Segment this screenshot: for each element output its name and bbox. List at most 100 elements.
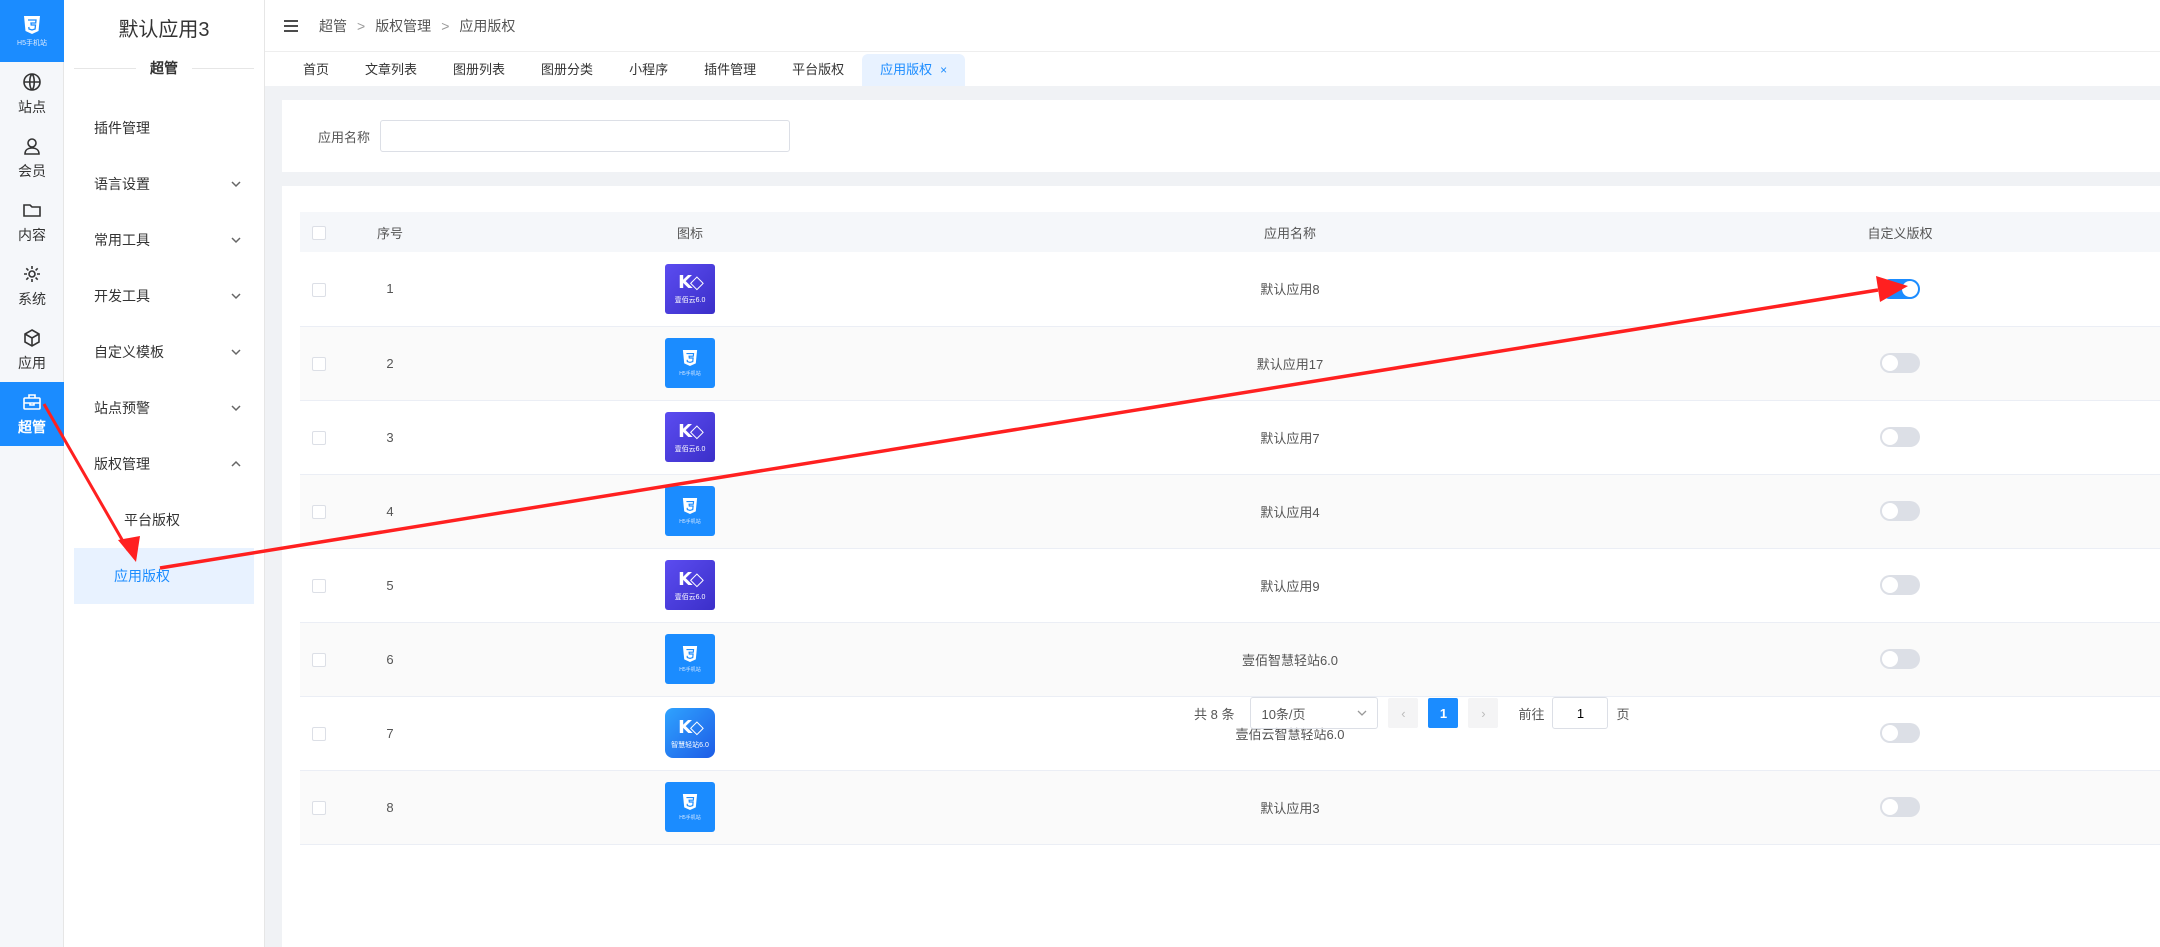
- menu-label: 语言设置: [94, 176, 150, 192]
- sidebar-item-language[interactable]: 语言设置: [64, 156, 264, 212]
- tab-plugin-manage[interactable]: 插件管理: [686, 54, 774, 86]
- sidebar-item-site-alert[interactable]: 站点预警: [64, 380, 264, 436]
- rail-item-content[interactable]: 内容: [0, 190, 64, 254]
- next-page-button[interactable]: ›: [1468, 698, 1499, 728]
- goto-page-input[interactable]: [1552, 697, 1609, 729]
- select-all-cell: [300, 212, 340, 252]
- custom-copyright-toggle[interactable]: [1880, 649, 1920, 669]
- row-switch-cell: [1640, 252, 2160, 326]
- table-row[interactable]: 2 H5手机站 默认应用17: [300, 326, 2160, 400]
- rail-item-member[interactable]: 会员: [0, 126, 64, 190]
- rail-label: 会员: [18, 162, 46, 179]
- custom-copyright-toggle[interactable]: [1880, 797, 1920, 817]
- hamburger-icon[interactable]: [283, 19, 299, 33]
- rail-item-site[interactable]: 站点: [0, 62, 64, 126]
- sidebar-item-dev-tools[interactable]: 开发工具: [64, 268, 264, 324]
- rail-item-app[interactable]: 应用: [0, 318, 64, 382]
- tab-album-category[interactable]: 图册分类: [523, 54, 611, 86]
- table-row[interactable]: 6 H5手机站 壹佰智慧轻站6.0: [300, 622, 2160, 696]
- custom-copyright-toggle[interactable]: [1880, 575, 1920, 595]
- custom-copyright-toggle[interactable]: [1880, 427, 1920, 447]
- sidebar-section-label: 超管: [136, 60, 192, 76]
- row-no: 1: [386, 281, 394, 297]
- rail-label: 系统: [18, 290, 46, 307]
- table-row[interactable]: 5 K◇ 壹佰云6.0 默认应用9: [300, 548, 2160, 622]
- app-icon: K◇ 壹佰云6.0: [665, 412, 715, 462]
- tab-article-list[interactable]: 文章列表: [347, 54, 435, 86]
- rail-item-super-admin[interactable]: 超管: [0, 382, 64, 446]
- menu-label: 自定义模板: [94, 344, 164, 360]
- rail-label: 超管: [18, 418, 46, 435]
- row-checkbox[interactable]: [312, 282, 326, 297]
- row-app-name: 壹佰智慧轻站6.0: [1241, 652, 1339, 668]
- logo[interactable]: H5手机站: [0, 0, 64, 62]
- tab-mini-program[interactable]: 小程序: [611, 54, 686, 86]
- row-checkbox[interactable]: [312, 356, 326, 371]
- row-select-cell: [300, 696, 340, 770]
- sidebar-subitem-app-copyright[interactable]: 应用版权: [74, 548, 254, 604]
- app-name-label: 应用名称: [318, 129, 371, 145]
- page-size-select[interactable]: 10条/页: [1250, 697, 1379, 729]
- row-checkbox[interactable]: [312, 726, 326, 741]
- sidebar-item-copyright[interactable]: 版权管理: [64, 436, 264, 492]
- app-table: 序号 图标 应用名称 自定义版权 1 K◇ 壹佰云6.0 默认应用8 2 H5手…: [300, 212, 2160, 845]
- row-select-cell: [300, 252, 340, 326]
- table-body: 1 K◇ 壹佰云6.0 默认应用8 2 H5手机站 默认应用17 3 K◇ 壹佰…: [300, 252, 2160, 844]
- custom-copyright-toggle[interactable]: [1880, 723, 1920, 743]
- row-no: 6: [386, 651, 394, 667]
- app-icon: K◇ 壹佰云6.0: [665, 263, 715, 314]
- rail-item-system[interactable]: 系统: [0, 254, 64, 318]
- row-app-name: 默认应用9: [1260, 578, 1320, 594]
- row-checkbox[interactable]: [312, 578, 326, 593]
- row-icon-cell: H5手机站: [440, 474, 940, 548]
- row-checkbox[interactable]: [312, 430, 326, 445]
- breadcrumb-item[interactable]: 版权管理: [375, 16, 431, 36]
- breadcrumb-item: 应用版权: [459, 17, 516, 34]
- select-all-checkbox[interactable]: [312, 225, 326, 240]
- sidebar-title: 默认应用3: [118, 19, 210, 41]
- tab-album-list[interactable]: 图册列表: [435, 54, 523, 86]
- table-row[interactable]: 3 K◇ 壹佰云6.0 默认应用7: [300, 400, 2160, 474]
- row-app-name: 默认应用8: [1260, 282, 1320, 298]
- breadcrumb-item[interactable]: 超管: [319, 16, 347, 36]
- table-row[interactable]: 4 H5手机站 默认应用4: [300, 474, 2160, 548]
- row-checkbox[interactable]: [312, 800, 326, 815]
- sidebar-item-common-tools[interactable]: 常用工具: [64, 212, 264, 268]
- menu-label: 常用工具: [94, 232, 150, 248]
- sidebar: 默认应用3 超管 插件管理 语言设置 常用工具 开发工具 自定义模板 站点预警 …: [64, 0, 265, 947]
- tab-platform-copyright[interactable]: 平台版权: [774, 54, 862, 86]
- close-icon[interactable]: ×: [940, 63, 947, 77]
- table-row[interactable]: 8 H5手机站 默认应用3: [300, 770, 2160, 844]
- html5-shield-icon: [682, 794, 698, 810]
- app-icon-text: 壹佰云6.0: [674, 445, 706, 453]
- row-switch-cell: [1640, 770, 2160, 844]
- row-app-name: 默认应用17: [1256, 356, 1324, 372]
- sidebar-subitem-platform-copyright[interactable]: 平台版权: [74, 492, 254, 548]
- app-name-input[interactable]: [380, 120, 791, 152]
- sidebar-item-plugins[interactable]: 插件管理: [64, 100, 264, 156]
- table-row[interactable]: 1 K◇ 壹佰云6.0 默认应用8: [300, 252, 2160, 326]
- row-checkbox[interactable]: [312, 504, 326, 519]
- row-icon-cell: K◇ 壹佰云6.0: [440, 252, 940, 326]
- row-select-cell: [300, 622, 340, 696]
- prev-page-button[interactable]: ‹: [1388, 698, 1419, 728]
- custom-copyright-toggle[interactable]: [1880, 353, 1920, 373]
- tab-home[interactable]: 首页: [285, 54, 347, 86]
- page-number-current[interactable]: 1: [1428, 698, 1459, 728]
- html5-shield-icon: [682, 498, 698, 514]
- row-checkbox[interactable]: [312, 652, 326, 667]
- row-app-name: 默认应用4: [1260, 504, 1320, 520]
- rail-label: 应用: [18, 354, 46, 371]
- gear-icon: [24, 265, 40, 282]
- custom-copyright-toggle[interactable]: [1880, 278, 1920, 299]
- kmark-icon: K◇: [678, 716, 704, 738]
- sidebar-item-custom-template[interactable]: 自定义模板: [64, 324, 264, 380]
- table-header-row: 序号 图标 应用名称 自定义版权: [300, 212, 2160, 252]
- header-no: 序号: [376, 225, 403, 241]
- custom-copyright-toggle[interactable]: [1880, 501, 1920, 521]
- logo-text: H5手机站: [17, 39, 47, 47]
- row-icon-cell: K◇ 壹佰云6.0: [440, 400, 940, 474]
- tab-app-copyright[interactable]: 应用版权 ×: [862, 54, 966, 86]
- header: 超管 > 版权管理 > 应用版权: [265, 0, 2160, 52]
- folder-icon: [23, 203, 41, 217]
